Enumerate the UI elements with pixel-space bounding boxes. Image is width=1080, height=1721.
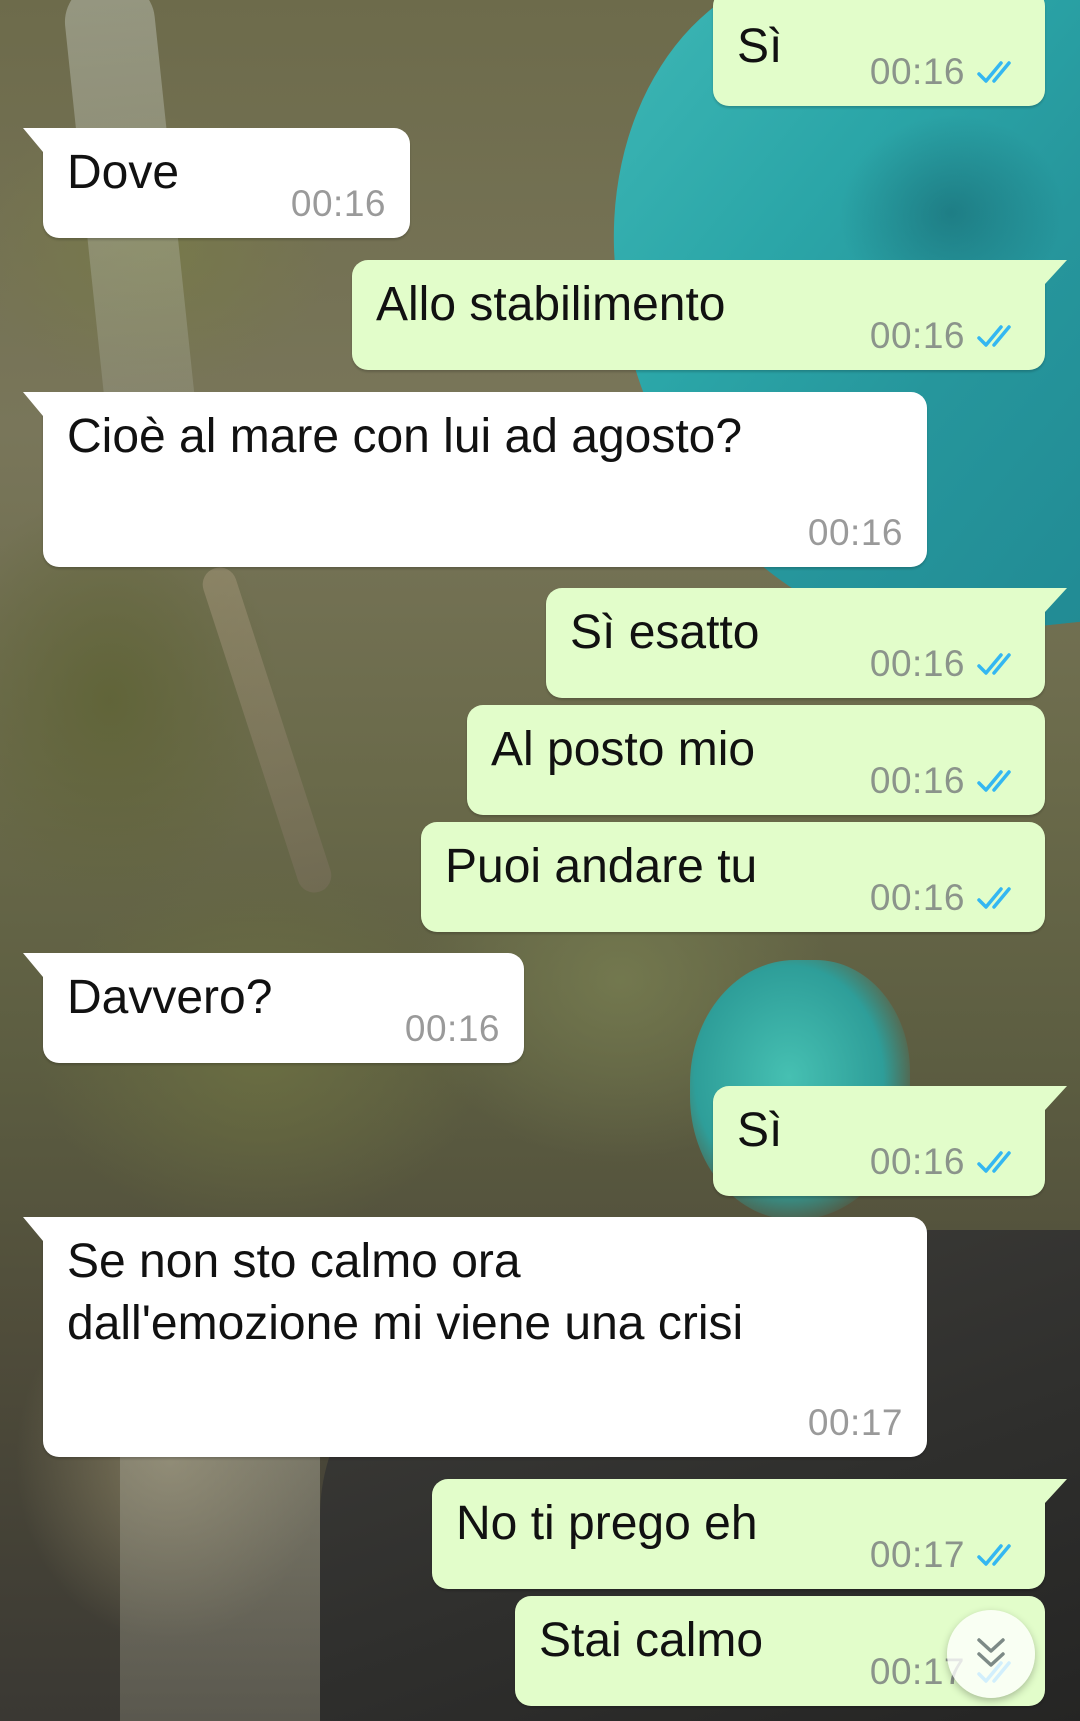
message-time: 00:17	[869, 1534, 965, 1575]
outgoing-message[interactable]: Sì esatto 00:16	[546, 588, 1067, 698]
message-time: 00:16	[807, 512, 903, 553]
message-text: Sì	[737, 1104, 783, 1157]
outgoing-message[interactable]: Sì 00:16	[713, 1086, 1067, 1196]
message-text: Cioè al mare con lui ad agosto?	[67, 410, 743, 463]
message-text: Sì esatto	[570, 606, 760, 659]
double-chevron-down-icon	[977, 1638, 1005, 1667]
message-time: 00:16	[869, 643, 965, 684]
message-meta: 00:16	[808, 513, 903, 553]
message-time: 00:16	[869, 1141, 965, 1182]
message-text-line-1: Se non sto calmo ora	[67, 1235, 521, 1288]
message-meta: 00:16	[291, 184, 386, 224]
double-check-icon	[977, 61, 1011, 83]
scroll-to-bottom-button[interactable]	[947, 1610, 1035, 1698]
message-meta: 00:16	[870, 316, 1021, 356]
outgoing-message[interactable]: Sì 00:16	[713, 0, 1045, 106]
message-text: No ti prego eh	[456, 1497, 758, 1550]
message-time: 00:16	[869, 51, 965, 92]
outgoing-message[interactable]: Allo stabilimento 00:16	[352, 260, 1067, 370]
message-text: Davvero?	[67, 971, 273, 1024]
message-time: 00:16	[869, 877, 965, 918]
incoming-message[interactable]: Se non sto calmo ora dall'emozione mi vi…	[23, 1217, 927, 1457]
message-meta: 00:16	[870, 761, 1021, 801]
message-meta: 00:16	[405, 1009, 500, 1049]
message-list[interactable]: Sì 00:16 Dove 00:16 Allo stabilimento 00…	[0, 0, 1080, 1721]
message-meta: 00:17	[808, 1403, 903, 1443]
message-text: Sì	[737, 20, 783, 73]
incoming-message[interactable]: Davvero? 00:16	[23, 953, 524, 1063]
message-meta: 00:16	[870, 644, 1021, 684]
outgoing-message[interactable]: No ti prego eh 00:17	[432, 1479, 1067, 1589]
double-check-icon	[977, 1544, 1011, 1566]
message-meta: 00:16	[870, 878, 1021, 918]
message-text: Stai calmo	[539, 1614, 764, 1667]
outgoing-message[interactable]: Puoi andare tu 00:16	[421, 822, 1045, 932]
incoming-message[interactable]: Dove 00:16	[23, 128, 410, 238]
incoming-message[interactable]: Cioè al mare con lui ad agosto? 00:16	[23, 392, 927, 567]
message-meta: 00:16	[870, 52, 1021, 92]
message-text: Allo stabilimento	[376, 278, 726, 331]
message-time: 00:17	[807, 1402, 903, 1443]
message-time: 00:16	[869, 760, 965, 801]
double-check-icon	[977, 887, 1011, 909]
message-time: 00:16	[290, 183, 386, 224]
message-text: Puoi andare tu	[445, 840, 758, 893]
double-check-icon	[977, 1151, 1011, 1173]
message-meta: 00:17	[870, 1535, 1021, 1575]
message-time: 00:16	[404, 1008, 500, 1049]
double-check-icon	[977, 653, 1011, 675]
message-text: Dove	[67, 146, 180, 199]
message-meta: 00:16	[870, 1142, 1021, 1182]
double-check-icon	[977, 770, 1011, 792]
double-check-icon	[977, 325, 1011, 347]
message-text: Al posto mio	[491, 723, 756, 776]
message-text-line-2: dall'emozione mi viene una crisi	[67, 1297, 744, 1350]
message-time: 00:16	[869, 315, 965, 356]
outgoing-message[interactable]: Al posto mio 00:16	[467, 705, 1045, 815]
